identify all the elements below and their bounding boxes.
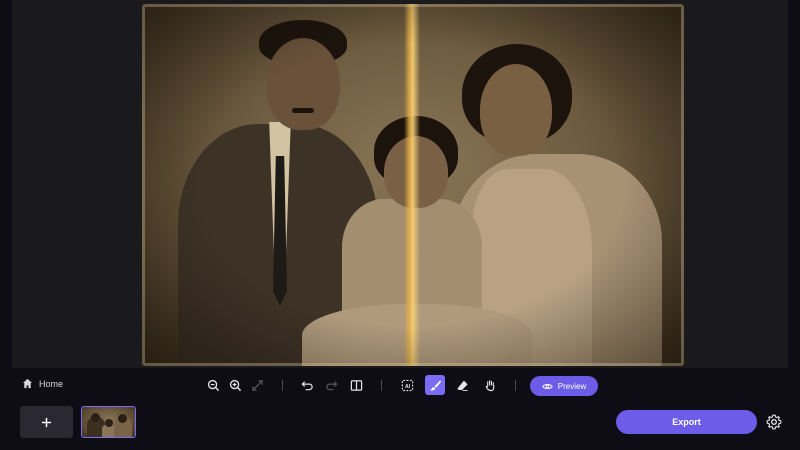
eraser-button[interactable] bbox=[453, 376, 471, 394]
restored-photo[interactable] bbox=[142, 4, 684, 366]
ai-select-button[interactable]: AI bbox=[398, 376, 416, 394]
preview-button[interactable]: Preview bbox=[530, 376, 598, 396]
compare-split-button[interactable] bbox=[347, 376, 365, 394]
add-image-button[interactable] bbox=[20, 406, 73, 438]
photo-editor-app: Home AI Preview Export bbox=[0, 0, 800, 450]
svg-text:AI: AI bbox=[404, 383, 410, 389]
toolbar-divider bbox=[381, 380, 382, 391]
zoom-in-button[interactable] bbox=[226, 376, 244, 394]
fit-screen-button[interactable] bbox=[248, 376, 266, 394]
ai-select-icon: AI bbox=[401, 379, 413, 391]
hand-pan-button[interactable] bbox=[481, 376, 499, 394]
eraser-icon bbox=[456, 380, 468, 391]
compare-split-icon bbox=[350, 379, 362, 391]
undo-icon bbox=[301, 380, 313, 390]
export-button[interactable]: Export bbox=[616, 410, 757, 434]
toolbar-divider bbox=[282, 380, 283, 391]
canvas-area bbox=[12, 0, 788, 368]
home-label: Home bbox=[39, 378, 64, 389]
hand-pan-icon bbox=[485, 379, 494, 391]
redo-icon bbox=[325, 380, 337, 390]
fit-screen-icon bbox=[251, 379, 263, 391]
brush-icon bbox=[429, 379, 441, 391]
gear-icon[interactable] bbox=[766, 414, 782, 430]
zoom-out-icon bbox=[207, 379, 219, 391]
brush-button[interactable] bbox=[425, 375, 445, 395]
eye-icon bbox=[542, 383, 553, 389]
preview-label: Preview bbox=[557, 381, 587, 391]
plus-icon bbox=[41, 417, 52, 427]
bottom-bar: Export bbox=[0, 402, 800, 450]
undo-button[interactable] bbox=[298, 376, 316, 394]
editor-toolbar: Home AI Preview bbox=[0, 372, 800, 400]
redo-button[interactable] bbox=[322, 376, 340, 394]
zoom-in-icon bbox=[229, 379, 241, 391]
home-icon bbox=[22, 378, 33, 389]
home-link[interactable]: Home bbox=[22, 378, 63, 389]
image-thumbnail[interactable] bbox=[81, 406, 136, 438]
zoom-out-button[interactable] bbox=[204, 376, 222, 394]
toolbar-divider bbox=[515, 380, 516, 391]
